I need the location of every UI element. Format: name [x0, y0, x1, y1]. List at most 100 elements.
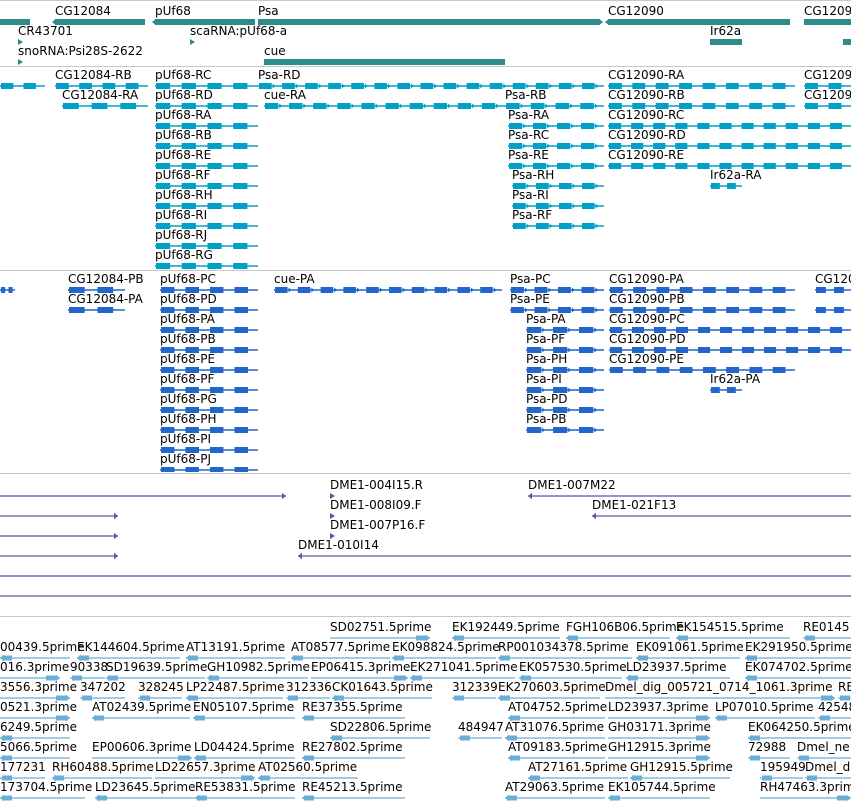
- est-feature[interactable]: EK064250.5prime: [748, 721, 851, 742]
- est-feature[interactable]: 328245: [138, 681, 184, 701]
- feature-label: 177231: [0, 760, 46, 774]
- feature-label: 016.3prime: [0, 660, 70, 674]
- feature-label: RH60488.5prime: [52, 760, 154, 774]
- est-feature[interactable]: LD22657.3prime: [155, 761, 256, 782]
- est-feature[interactable]: Dmel_dig_005721_0714_1061.3prime: [605, 681, 835, 702]
- feature-label: AT09183.5prime: [508, 740, 608, 754]
- est-feature[interactable]: EK098824.5prime: [392, 641, 500, 662]
- est-feature[interactable]: RE27802.5prime: [302, 741, 405, 762]
- feature-label: 173704.5prime: [0, 780, 93, 794]
- feature-label: 6249.5prime: [0, 720, 77, 734]
- est-feature[interactable]: SD02751.5prime: [330, 621, 431, 642]
- est-feature[interactable]: AT04752.5prime: [508, 700, 608, 722]
- est-feature[interactable]: EP00606.3prime: [92, 741, 192, 762]
- feature-glyph: [458, 735, 502, 741]
- est-feature[interactable]: 195949: [760, 760, 806, 781]
- feature-label: AT04752.5prime: [508, 700, 608, 714]
- est-feature[interactable]: FGH106B06.5prime: [566, 621, 684, 642]
- feature-glyph: [760, 794, 851, 802]
- est-feature[interactable]: CK01643.5prime: [332, 681, 433, 702]
- est-feature[interactable]: RE: [838, 681, 851, 701]
- est-feature[interactable]: 177231: [0, 760, 46, 781]
- est-feature[interactable]: Dmel_ne: [797, 741, 851, 761]
- est-feature[interactable]: SD19639.5prime: [106, 660, 208, 682]
- feature-glyph: [92, 714, 190, 722]
- est-feature[interactable]: EK074702.5prime: [745, 661, 851, 682]
- est-feature[interactable]: EK091061.5prime: [636, 641, 744, 662]
- est-feature[interactable]: 6249.5prime: [0, 721, 77, 742]
- est-feature[interactable]: SD22806.5prime: [330, 721, 431, 742]
- genome-browser-viewport[interactable]: CG12084pUf68PsaCG12090CG12090CR43701scaR…: [0, 0, 851, 802]
- feature-label: 312336: [286, 680, 332, 694]
- est-feature[interactable]: 173704.5prime: [0, 781, 92, 802]
- est-feature[interactable]: 5066.5prime: [0, 741, 77, 762]
- est-feature[interactable]: AT29063.5prime: [505, 781, 605, 802]
- est-feature[interactable]: AT02439.5prime: [92, 700, 192, 722]
- feature-label: 3556.3prime: [0, 680, 77, 694]
- feature-label: GH10982.5prime: [207, 660, 310, 674]
- est-feature[interactable]: 312336: [286, 680, 332, 701]
- est-feature[interactable]: RE0145: [803, 621, 851, 641]
- est-feature[interactable]: EP06415.3prime: [311, 661, 410, 682]
- est-feature[interactable]: LD23937.5prime: [626, 660, 730, 682]
- est-feature[interactable]: EK105744.5prime: [608, 781, 716, 802]
- est-feature[interactable]: 72988: [748, 741, 790, 761]
- feature-label: EK091061.5prime: [636, 640, 744, 654]
- est-feature[interactable]: EN05107.5prime: [193, 701, 295, 722]
- feature-glyph: [302, 794, 405, 802]
- est-feature[interactable]: GH12915.3prime: [608, 740, 711, 762]
- est-feature[interactable]: AT13191.5prime: [186, 641, 285, 662]
- feature-label: LD23937.5prime: [626, 660, 727, 674]
- est-feature[interactable]: LP22487.5prime: [186, 681, 285, 702]
- est-feature[interactable]: 3556.3prime: [0, 681, 77, 702]
- est-feature[interactable]: EK154515.5prime: [676, 621, 790, 642]
- est-feature[interactable]: AT02560.5prime: [258, 761, 358, 782]
- est-feature[interactable]: LD04424.5prime: [194, 741, 295, 762]
- feature-label: EK270603.5prime: [498, 680, 606, 694]
- feature-label: 00439.5prime: [0, 640, 85, 654]
- est-track: SD02751.5prime EK192449.5prime FGH106B06.5…: [0, 0, 851, 802]
- est-feature[interactable]: Dmel_d: [805, 761, 851, 781]
- est-feature[interactable]: GH12915.5prime: [630, 761, 733, 782]
- feature-label: Dmel_ne: [797, 740, 850, 754]
- est-feature[interactable]: EK270603.5prime: [498, 681, 606, 702]
- est-feature[interactable]: LD23645.5prime: [95, 781, 196, 802]
- feature-label: AT02439.5prime: [92, 700, 192, 714]
- est-feature[interactable]: AT31076.5prime: [505, 721, 605, 742]
- est-feature[interactable]: 312339: [452, 681, 498, 701]
- est-feature[interactable]: RP001034378.5prime: [498, 641, 632, 662]
- est-feature[interactable]: 347202: [80, 680, 126, 701]
- feature-label: Dmel_d: [805, 760, 851, 774]
- est-feature[interactable]: AT09183.5prime: [508, 740, 608, 762]
- est-feature[interactable]: RE37355.5prime: [302, 701, 405, 722]
- feature-label: SD19639.5prime: [106, 660, 208, 674]
- est-feature[interactable]: EK144604.5prime: [77, 641, 185, 662]
- feature-label: EK192449.5prime: [452, 620, 560, 634]
- feature-label: 195949: [760, 760, 806, 774]
- est-feature[interactable]: EK291950.5prime: [745, 641, 851, 662]
- feature-label: 484947: [458, 720, 504, 734]
- feature-label: 347202: [80, 680, 126, 694]
- est-feature[interactable]: GH10982.5prime: [207, 660, 310, 682]
- est-feature[interactable]: 90338: [70, 661, 108, 681]
- est-feature[interactable]: RE53831.5prime: [195, 781, 296, 802]
- est-feature[interactable]: GH03171.3prime: [608, 721, 711, 742]
- est-feature[interactable]: 00439.5prime: [0, 641, 85, 662]
- est-feature[interactable]: 484947: [458, 720, 504, 741]
- est-feature[interactable]: RE45213.5prime: [302, 781, 405, 802]
- est-feature[interactable]: AT27161.5prime: [528, 761, 628, 782]
- feature-glyph: [193, 714, 295, 722]
- est-feature[interactable]: LD23937.3prime: [608, 701, 710, 722]
- est-feature[interactable]: AT08577.5prime: [291, 641, 390, 662]
- est-feature[interactable]: EK192449.5prime: [452, 620, 560, 642]
- est-feature[interactable]: RH47463.3prime: [760, 781, 851, 802]
- est-feature[interactable]: 0521.3prime: [0, 701, 77, 722]
- est-feature[interactable]: EK057530.5prime: [519, 661, 627, 682]
- feature-label: RE: [838, 680, 851, 694]
- est-feature[interactable]: 016.3prime: [0, 661, 69, 682]
- est-feature[interactable]: EK271041.5prime: [410, 661, 518, 682]
- est-feature[interactable]: 42548: [818, 701, 851, 721]
- est-feature[interactable]: LP07010.5prime: [715, 701, 815, 722]
- est-feature[interactable]: RH60488.5prime: [52, 760, 154, 782]
- feature-label: GH12915.3prime: [608, 740, 711, 754]
